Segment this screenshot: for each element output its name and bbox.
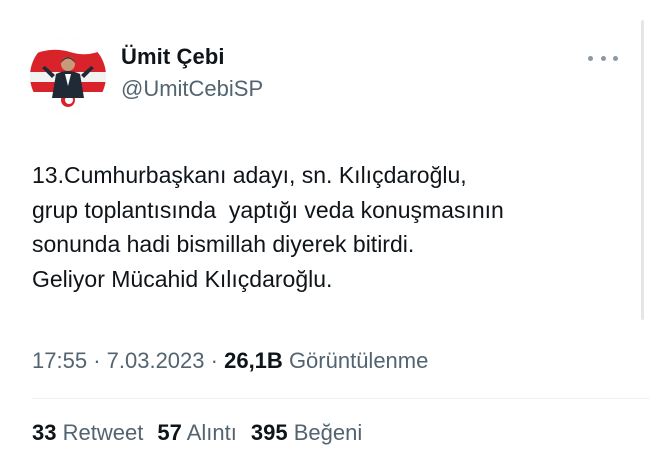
tweet-text-line: grup toplantısında yaptığı veda konuşmas…	[32, 196, 504, 223]
tweet-time[interactable]: 17:55	[32, 348, 87, 373]
likes-label: Beğeni	[293, 420, 363, 445]
scrollbar[interactable]	[641, 20, 644, 320]
author-handle[interactable]: @UmitCebiSP	[121, 76, 263, 102]
tweet-meta: 17:55 · 7.03.2023 · 26,1B Görüntülenme	[32, 348, 428, 374]
quotes-link[interactable]: 57 Alıntı	[157, 420, 237, 445]
meta-separator: ·	[93, 348, 101, 373]
tweet-text: 13.Cumhurbaşkanı adayı, sn. Kılıçdaroğlu…	[32, 158, 632, 296]
dot	[600, 55, 606, 61]
tweet-text-line: 13.Cumhurbaşkanı adayı, sn. Kılıçdaroğlu…	[32, 162, 467, 188]
retweets-count: 33	[32, 420, 57, 445]
tweet-date[interactable]: 7.03.2023	[107, 348, 205, 373]
tweet-text-line: Geliyor Mücahid Kılıçdaroğlu.	[32, 265, 333, 292]
divider	[32, 398, 650, 399]
author-display-name[interactable]: Ümit Çebi	[121, 44, 225, 70]
engagement-stats: 33 Retweet 57 Alıntı 395 Beğeni	[32, 420, 362, 446]
meta-separator: ·	[210, 348, 218, 373]
profile-photo	[30, 38, 106, 114]
likes-link[interactable]: 395 Beğeni	[251, 420, 362, 445]
avatar[interactable]	[30, 38, 106, 114]
views-label: Görüntülenme	[288, 348, 429, 373]
dot	[588, 55, 593, 61]
retweets-link[interactable]: 33 Retweet	[32, 420, 143, 445]
quotes-count: 57	[157, 420, 182, 445]
tweet-card: Ümit Çebi @UmitCebiSP 13.Cumhurbaşkanı a…	[0, 0, 650, 460]
likes-count: 395	[250, 420, 288, 445]
views-count: 26,1B	[224, 348, 283, 373]
more-options-icon[interactable]	[588, 50, 618, 66]
dot	[613, 55, 618, 61]
retweets-label: Retweet	[62, 420, 144, 445]
quotes-label: Alıntı	[186, 420, 237, 445]
tweet-text-line: sonunda hadi bismillah diyerek bitirdi.	[32, 231, 415, 257]
